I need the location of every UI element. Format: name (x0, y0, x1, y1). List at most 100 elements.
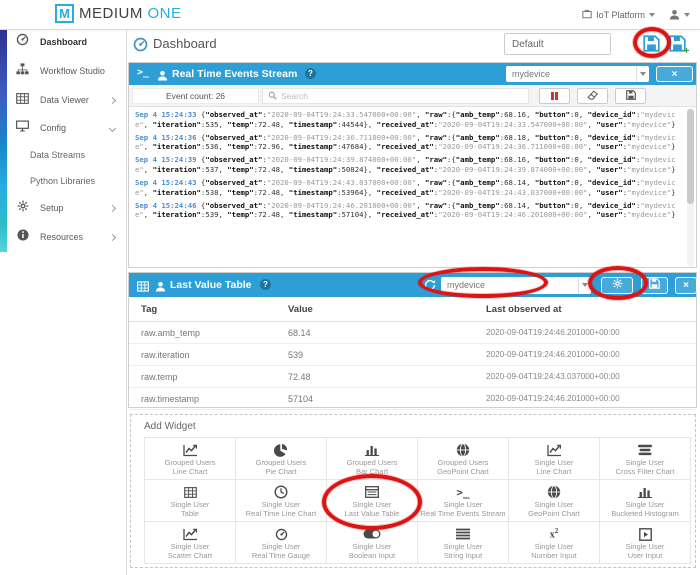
widget-cell-single-user-table[interactable]: Single User Table (145, 480, 236, 522)
sidebar-item-data-streams[interactable]: Data Streams (0, 146, 127, 164)
eraser-icon (587, 87, 598, 105)
lvt-device-select[interactable]: mydevice (441, 277, 591, 294)
chevron-down-icon (684, 13, 690, 17)
widget-cell-single-user-cross-filter-chart[interactable]: Single User Cross Filter Chart (600, 438, 691, 480)
widget-cell-single-user-real-time-line-chart[interactable]: Single User Real Time Line Chart (236, 480, 327, 522)
terminal-icon: >_ (418, 484, 508, 500)
clear-stream-button[interactable] (577, 88, 608, 104)
dashboard-name-input[interactable] (504, 33, 611, 55)
gear-icon (15, 199, 30, 217)
cell-last-observed: 2020-09-04T19:24:46.201000+00:00 (486, 328, 620, 337)
help-icon[interactable]: ? (260, 279, 271, 290)
help-icon[interactable]: ? (305, 68, 316, 79)
sidebar-item-dashboard[interactable]: Dashboard (0, 33, 127, 51)
lvt-widget-title: Last Value Table (170, 279, 252, 291)
widget-cell-single-user-real-time-events-stream[interactable]: >_ Single User Real Time Events Stream (418, 480, 509, 522)
sitemap-icon (15, 62, 30, 80)
cell-value: 72.48 (288, 372, 311, 382)
sidebar-item-label: Data Streams (30, 150, 85, 160)
widget-cell-line2: Cross Filter Chart (600, 467, 690, 476)
stream-device-select[interactable]: mydevice (506, 66, 649, 82)
widget-cell-line2: Line Chart (145, 467, 235, 476)
widget-cell-line1: Single User (418, 542, 508, 551)
widget-cell-single-user-scatter-chart[interactable]: Single User Scatter Chart (145, 522, 236, 564)
lvt-export-button[interactable] (641, 277, 668, 294)
widget-cell-single-user-line-chart[interactable]: Single User Line Chart (509, 438, 600, 480)
widget-cell-single-user-last-value-table[interactable]: Single User Last Value Table (327, 480, 418, 522)
top-bar: M MEDIUM ONE IoT Platform (0, 0, 700, 30)
widget-cell-line1: Grouped Users (327, 458, 417, 467)
lvt-close-button[interactable]: × (675, 277, 697, 294)
widget-cell-single-user-number-input[interactable]: x2 Single User Number Input (509, 522, 600, 564)
page-title: Dashboard (153, 36, 217, 51)
widget-cell-line2: Bucketed Histogram (600, 509, 690, 518)
widget-cell-single-user-string-input[interactable]: Single User String Input (418, 522, 509, 564)
add-dashboard-button[interactable]: + (667, 35, 687, 55)
clock-icon (236, 484, 326, 500)
widget-cell-line1: Single User (236, 542, 326, 551)
lvt-widget-header: Last Value Table ? mydevice × (129, 273, 696, 297)
widget-cell-grouped-users-pie-chart[interactable]: Grouped Users Pie Chart (236, 438, 327, 480)
log-scrollbar[interactable] (687, 108, 694, 267)
log-timestamp: Sep 4 15:24:36 (135, 133, 197, 142)
widget-cell-line2: String Input (418, 551, 508, 560)
user-icon (669, 9, 680, 22)
cell-last-observed: 2020-09-04T19:24:46.201000+00:00 (486, 394, 620, 403)
user-icon (157, 68, 168, 86)
cell-value: 68.14 (288, 328, 311, 338)
x-squared-icon: x2 (509, 526, 599, 542)
sidebar-item-python-libraries[interactable]: Python Libraries (0, 172, 127, 190)
widget-cell-single-user-bucketed-histogram[interactable]: Single User Bucketed Histogram (600, 480, 691, 522)
sidebar-item-setup[interactable]: Setup (0, 199, 127, 217)
stream-search-input[interactable] (281, 91, 501, 101)
sidebar: Dashboard Workflow Studio Data Viewer Confi… (0, 30, 127, 575)
widget-cell-grouped-users-geopoint-chart[interactable]: Grouped Users GeoPoint Chart (418, 438, 509, 480)
widget-cell-line2: Scatter Chart (145, 551, 235, 560)
pause-stream-button[interactable] (539, 88, 570, 104)
widget-cell-line1: Grouped Users (236, 458, 326, 467)
scrollbar-thumb[interactable] (687, 109, 694, 204)
sidebar-item-label: Dashboard (40, 37, 87, 47)
user-menu[interactable] (669, 9, 690, 22)
toggle-icon (327, 526, 417, 542)
table-icon (137, 279, 149, 297)
sidebar-item-resources[interactable]: Resources (0, 228, 127, 246)
cell-last-observed: 2020-09-04T19:24:46.201000+00:00 (486, 350, 620, 359)
gauge-icon (236, 526, 326, 542)
real-time-events-stream-widget: >_ Real Time Events Stream ? mydevice × … (128, 62, 697, 268)
app-window: M MEDIUM ONE IoT Platform (0, 0, 700, 575)
widget-cell-grouped-users-line-chart[interactable]: Grouped Users Line Chart (145, 438, 236, 480)
widget-cell-line2: Real Time Events Stream (418, 509, 508, 518)
log-entry: Sep 4 15:24:33 {"observed_at":"2020-09-0… (135, 110, 681, 129)
save-dashboard-button[interactable] (641, 35, 661, 55)
refresh-icon[interactable] (424, 278, 436, 296)
dashboard-icon (133, 37, 148, 57)
lvt-settings-button[interactable] (601, 277, 633, 294)
chevron-right-icon (109, 96, 116, 103)
widget-cell-line1: Single User (509, 458, 599, 467)
sidebar-item-config[interactable]: Config (0, 119, 127, 137)
events-log: Sep 4 15:24:33 {"observed_at":"2020-09-0… (129, 107, 685, 268)
stream-close-button[interactable]: × (656, 66, 693, 82)
widget-cell-line1: Single User (327, 500, 417, 509)
widget-cell-single-user-real-time-gauge[interactable]: Single User Real Time Gauge (236, 522, 327, 564)
export-stream-button[interactable] (615, 88, 646, 104)
close-icon: × (672, 69, 678, 80)
sidebar-item-workflow-studio[interactable]: Workflow Studio (0, 62, 127, 80)
widget-cell-line2: Bar Chart (327, 467, 417, 476)
col-last-observed: Last observed at (486, 304, 562, 315)
cell-value: 539 (288, 350, 303, 360)
widget-cell-single-user-geopoint-chart[interactable]: Single User GeoPoint Chart (509, 480, 600, 522)
chevron-down-icon (109, 124, 116, 131)
stream-search-box (262, 88, 529, 104)
widget-cell-single-user-user-input[interactable]: Single User User Input (600, 522, 691, 564)
sidebar-item-data-viewer[interactable]: Data Viewer (0, 91, 127, 109)
cell-value: 57104 (288, 394, 313, 404)
sidebar-item-label: Data Viewer (40, 95, 89, 105)
platform-menu[interactable]: IoT Platform (582, 9, 655, 21)
chevron-down-icon (649, 13, 655, 17)
widget-cell-grouped-users-bar-chart[interactable]: Grouped Users Bar Chart (327, 438, 418, 480)
add-widget-title: Add Widget (144, 421, 196, 432)
stream-device-value: mydevice (506, 69, 636, 79)
widget-cell-single-user-boolean-input[interactable]: Single User Boolean Input (327, 522, 418, 564)
